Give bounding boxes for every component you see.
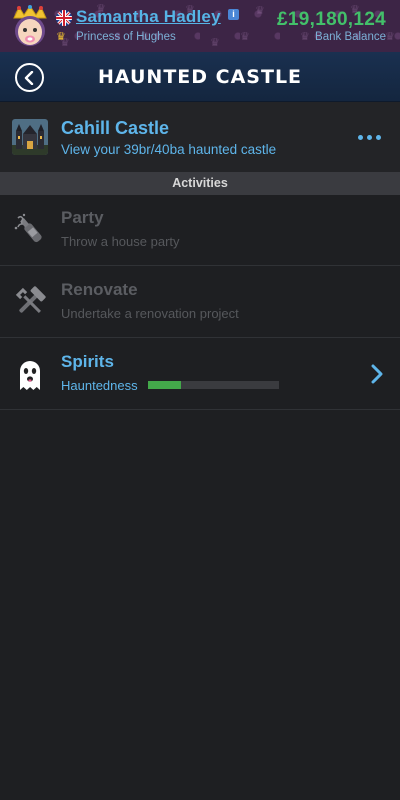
info-icon[interactable]: i [228, 9, 239, 20]
ellipsis-icon[interactable] [358, 128, 388, 146]
activity-party[interactable]: Party Throw a house party [0, 195, 400, 266]
activity-label: Party [61, 208, 104, 227]
activity-label: Spirits [61, 352, 114, 371]
navigation-bar: HAUNTED CASTLE [0, 52, 400, 102]
avatar[interactable] [8, 4, 52, 48]
crown-icon: ♛ [56, 31, 66, 43]
champagne-icon [12, 212, 48, 248]
bank-balance-label: Bank Balance [315, 31, 386, 43]
activities-section-header: Activities [0, 172, 400, 195]
hauntedness-progress-fill [148, 381, 181, 389]
activity-description: Undertake a renovation project [61, 306, 239, 321]
castle-description: View your 39br/40ba haunted castle [61, 142, 277, 157]
player-title: Princess of Hughes [76, 31, 176, 43]
status-header: ♛ ♛ ♛ ♛ ♛ ♛ ♛ ♛ ♛ ♛ Samantha Hadley i ♛ Princ… [0, 0, 400, 52]
uk-flag-icon [56, 10, 72, 26]
castle-thumbnail [12, 119, 48, 155]
tools-icon [12, 284, 48, 320]
castle-row[interactable]: Cahill Castle View your 39br/40ba haunte… [0, 102, 400, 172]
chevron-right-icon [371, 364, 383, 384]
bank-balance-amount[interactable]: £19,180,124 [277, 9, 386, 31]
hauntedness-label: Hauntedness [61, 378, 138, 393]
hauntedness-progress-bar [148, 381, 279, 389]
player-name-link[interactable]: Samantha Hadley [76, 7, 221, 27]
activity-description: Throw a house party [61, 234, 180, 249]
castle-name: Cahill Castle [61, 118, 170, 138]
page-title: HAUNTED CASTLE [97, 66, 303, 88]
activity-spirits[interactable]: Spirits Hauntedness [0, 339, 400, 410]
activity-label: Renovate [61, 280, 138, 299]
activity-renovate[interactable]: Renovate Undertake a renovation project [0, 267, 400, 338]
ghost-icon [12, 356, 48, 392]
